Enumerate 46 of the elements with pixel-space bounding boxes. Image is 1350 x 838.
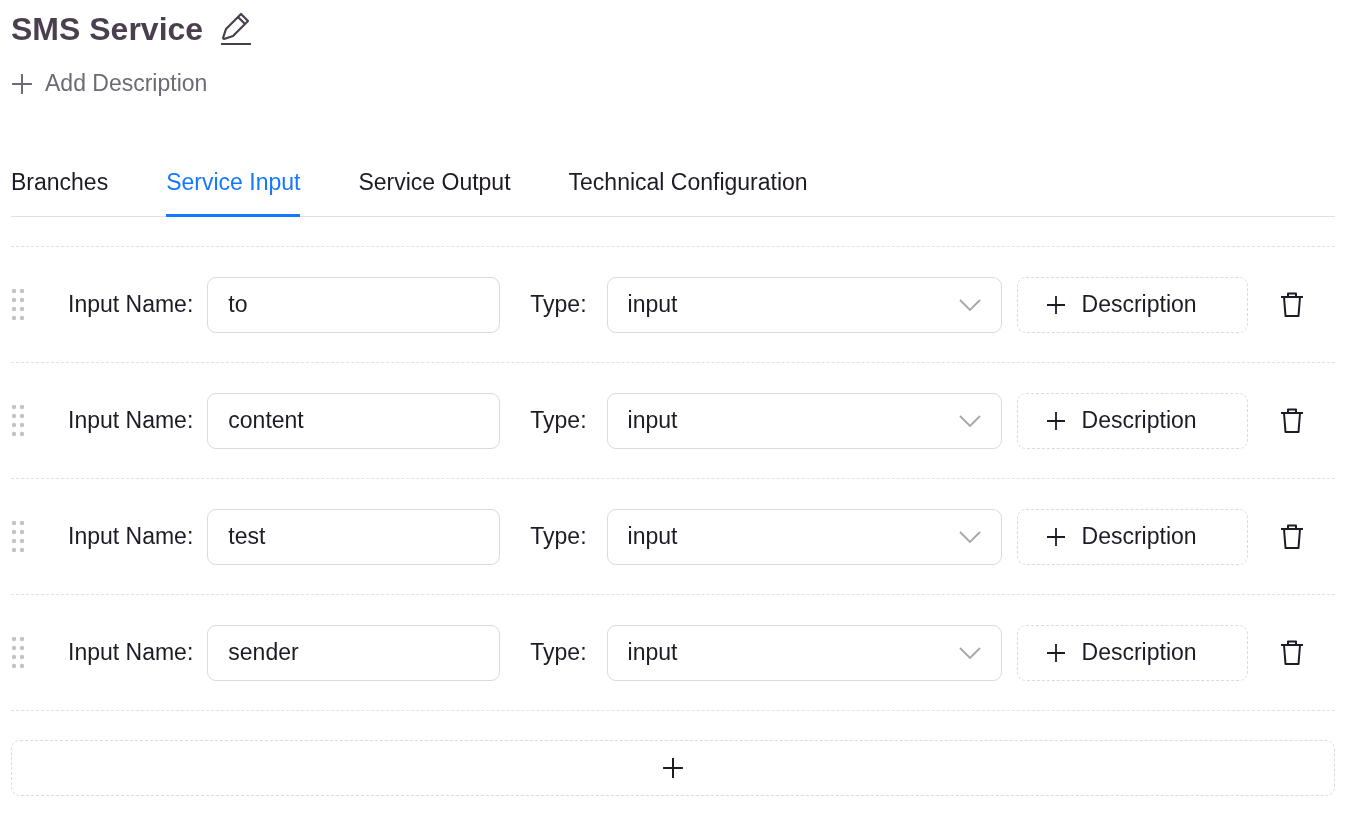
input-name-label: Input Name: [68,291,194,318]
input-name-field[interactable]: sender [207,624,501,681]
plus-icon [1045,642,1066,663]
plus-icon [1045,526,1066,547]
trash-icon[interactable] [1279,639,1304,666]
add-description-button[interactable]: Add Description [11,70,208,97]
type-select[interactable]: input [606,392,1002,449]
tab[interactable]: Branches [11,157,109,217]
add-description-button[interactable]: Description [1016,276,1248,333]
drag-handle-icon[interactable] [11,404,25,437]
chevron-down-icon [958,297,981,312]
type-label: Type: [530,523,587,550]
input-name-label: Input Name: [68,523,194,550]
tab[interactable]: Service Input [166,157,301,217]
service-title: SMS Service [11,10,204,48]
drag-handle-icon[interactable] [11,288,25,321]
input-name-label: Input Name: [68,407,194,434]
plus-icon [1045,410,1066,431]
tab[interactable]: Technical Configuration [568,157,808,217]
drag-handle-icon[interactable] [11,636,25,669]
trash-icon[interactable] [1279,523,1304,550]
type-label: Type: [530,407,587,434]
type-select[interactable]: input [606,508,1002,565]
input-name-field[interactable]: to [207,276,501,333]
chevron-down-icon [958,529,981,544]
trash-icon[interactable] [1279,407,1304,434]
trash-icon[interactable] [1279,291,1304,318]
input-name-field[interactable]: test [207,508,501,565]
type-select[interactable]: input [606,624,1002,681]
type-select[interactable]: input [606,276,1002,333]
chevron-down-icon [958,645,981,660]
edit-pencil-icon[interactable] [219,12,254,46]
add-description-button[interactable]: Description [1016,392,1248,449]
plus-icon [662,757,684,779]
chevron-down-icon [958,413,981,428]
add-input-button[interactable] [11,740,1335,796]
type-label: Type: [530,639,587,666]
plus-icon [1045,294,1066,315]
add-description-button[interactable]: Description [1016,508,1248,565]
plus-icon [11,72,33,95]
type-label: Type: [530,291,587,318]
input-name-field[interactable]: content [207,392,501,449]
input-name-label: Input Name: [68,639,194,666]
tab[interactable]: Service Output [358,157,511,217]
drag-handle-icon[interactable] [11,520,25,553]
add-description-button[interactable]: Description [1016,624,1248,681]
